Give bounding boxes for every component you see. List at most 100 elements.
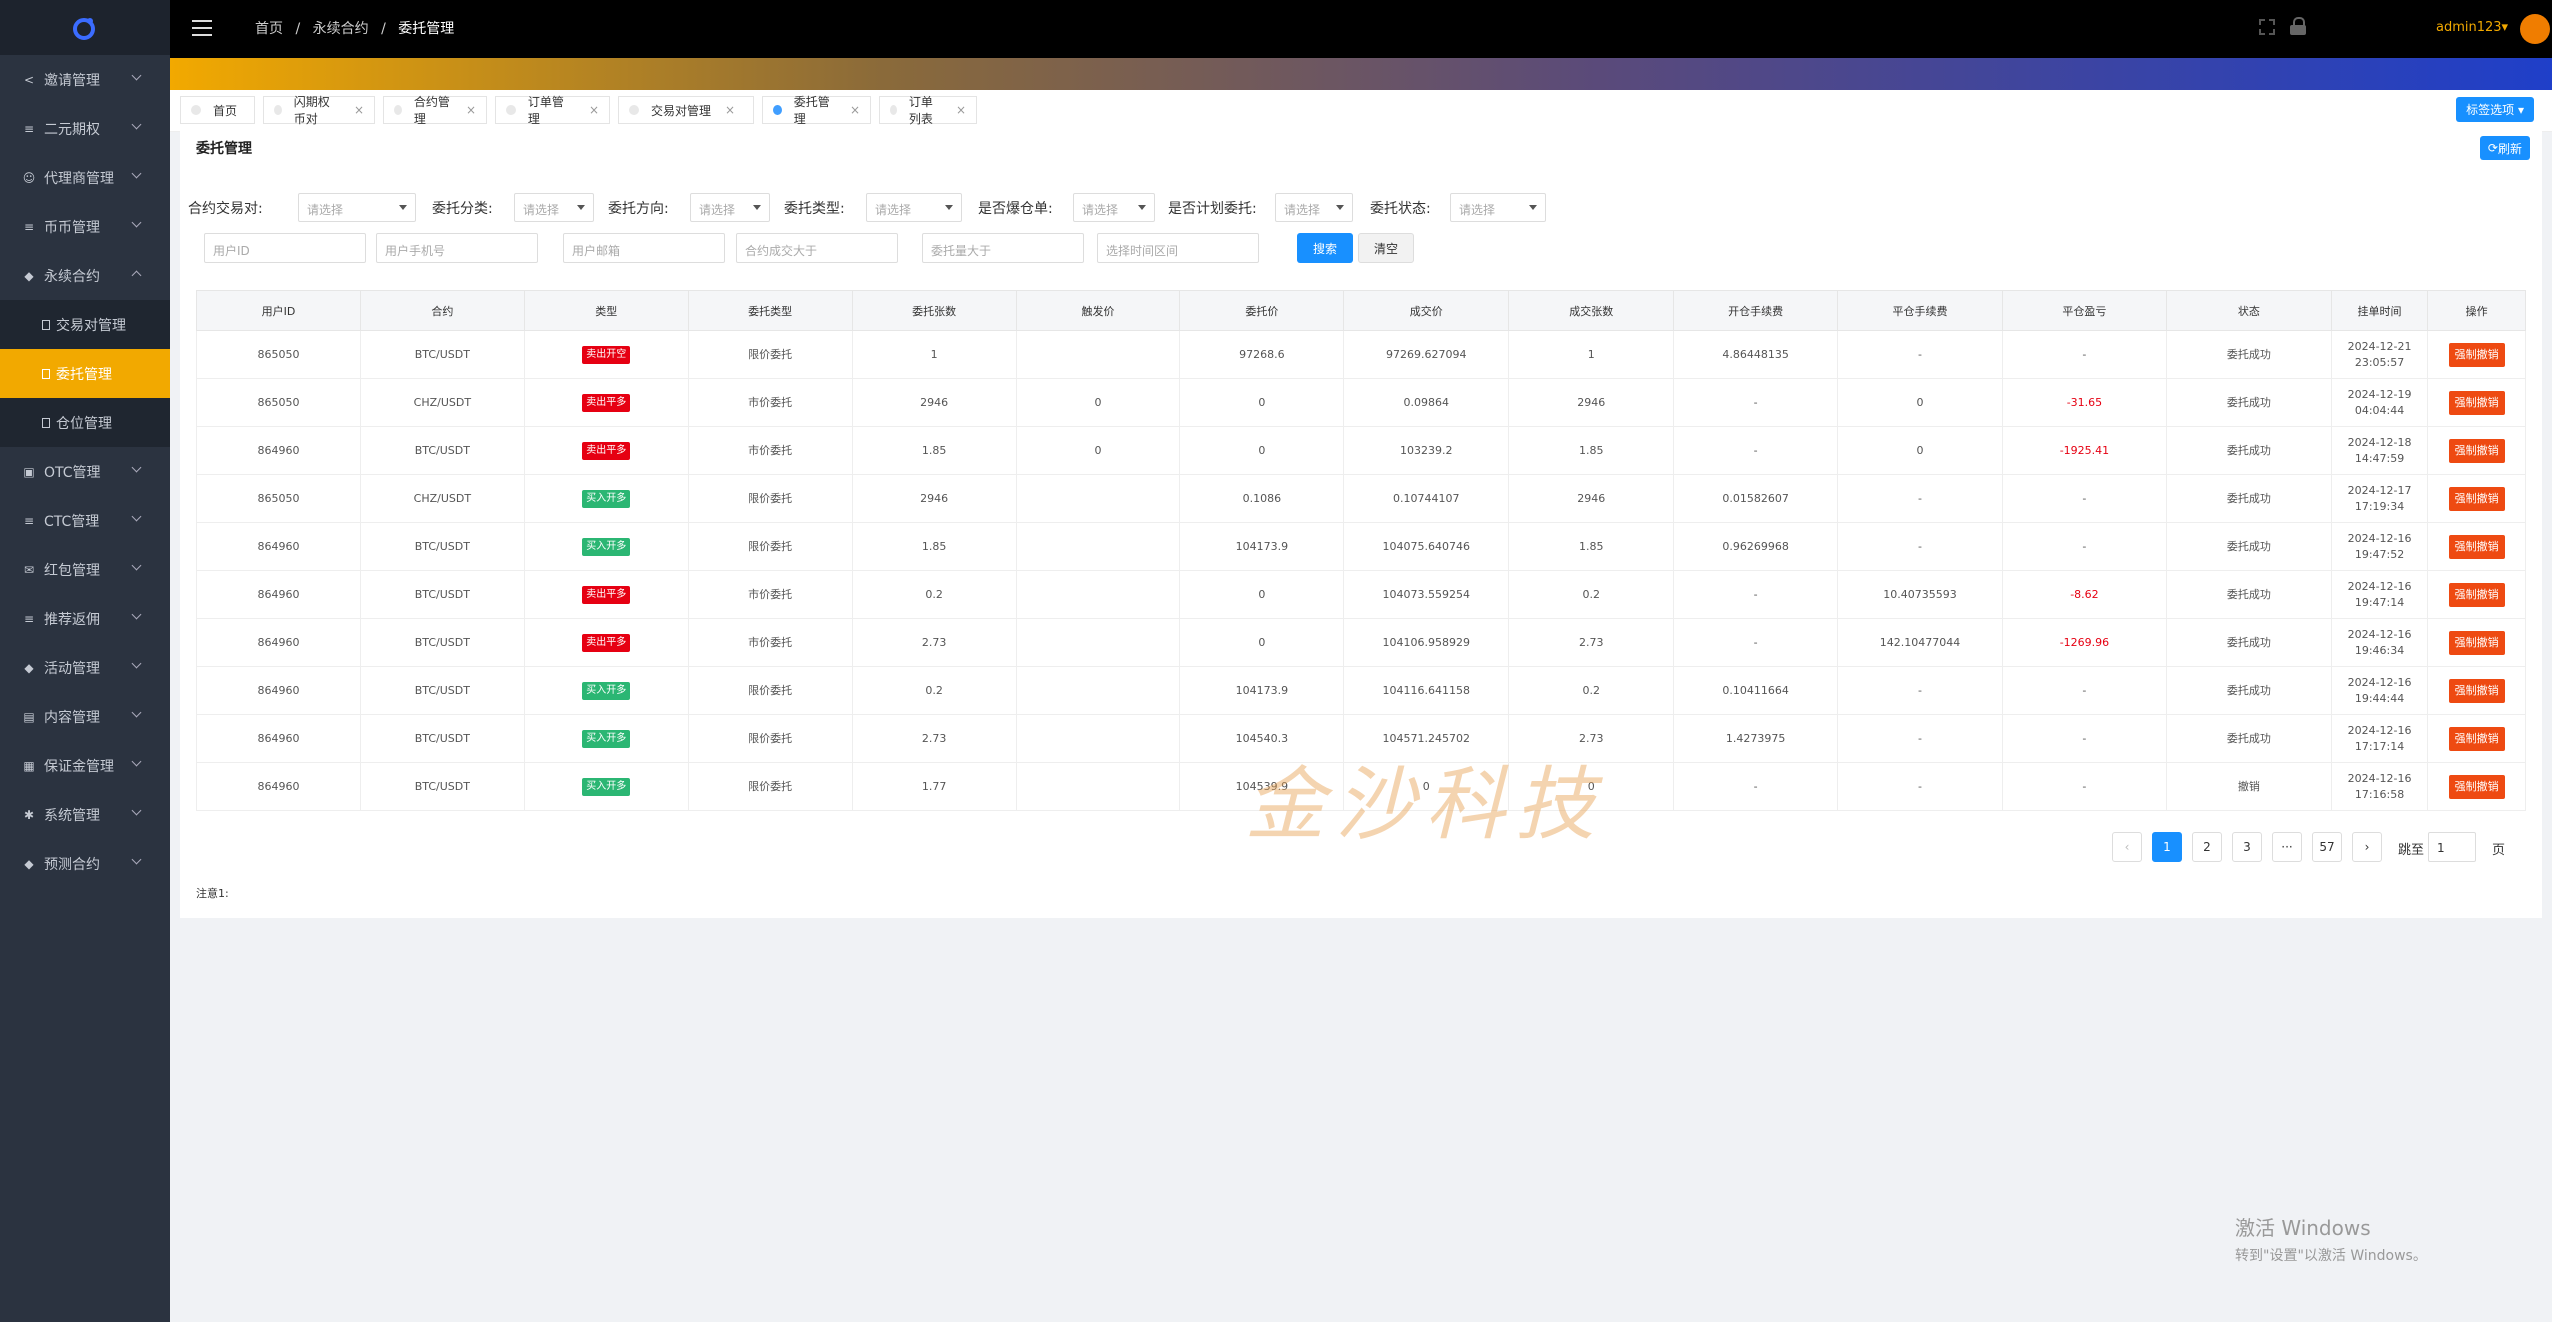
filter-input[interactable]: 用户邮箱 [563, 233, 725, 263]
sidebar-subitem[interactable]: 仓位管理 [0, 398, 170, 447]
filter-select[interactable]: 请选择 [1450, 193, 1546, 222]
sidebar-item[interactable]: ✉ 红包管理 [0, 545, 170, 594]
logo-icon [73, 17, 95, 40]
logo[interactable] [0, 0, 170, 55]
sidebar-item[interactable]: ◆ 预测合约 [0, 839, 170, 888]
page-button[interactable]: 57 [2312, 832, 2342, 862]
close-icon[interactable]: × [850, 103, 860, 117]
force-cancel-button[interactable]: 强制撤销 [2448, 390, 2505, 415]
watermark: 金沙科技 [1245, 758, 1605, 851]
sidebar-item[interactable]: ◆ 活动管理 [0, 643, 170, 692]
lock-icon[interactable] [2290, 17, 2306, 35]
close-icon[interactable]: × [354, 103, 364, 117]
breadcrumb-home[interactable]: 首页 [255, 21, 283, 37]
sidebar-item-label: 内容管理 [44, 709, 100, 726]
force-cancel-button[interactable]: 强制撤销 [2448, 342, 2505, 367]
force-cancel-button[interactable]: 强制撤销 [2448, 582, 2505, 607]
order-time: 04:04:44 [2354, 403, 2405, 417]
table-cell: 0.09864 [1343, 378, 1510, 427]
card-icon: ▦ [23, 758, 35, 773]
breadcrumb-section[interactable]: 永续合约 [313, 21, 369, 37]
tab-status-dot [890, 105, 897, 115]
sidebar-item[interactable]: ▣ OTC管理 [0, 447, 170, 496]
tab-4[interactable]: 交易对管理 × [618, 96, 754, 124]
tab-5[interactable]: 委托管理 × [762, 95, 871, 126]
sidebar-item[interactable]: ☺ 代理商管理 [0, 153, 170, 202]
force-cancel-button[interactable]: 强制撤销 [2448, 630, 2505, 655]
column-header: 触发价 [1015, 290, 1181, 331]
table-cell: - [2001, 762, 2167, 811]
clear-button[interactable]: 清空 [1358, 233, 1414, 263]
search-button[interactable]: 搜索 [1297, 233, 1353, 263]
sidebar-item[interactable]: ≡ 推荐返佣 [0, 594, 170, 643]
force-cancel-button[interactable]: 强制撤销 [2448, 678, 2505, 703]
tab-label: 订单列表 [908, 95, 933, 126]
table-row: 864960 BTC/USDT 卖出平多 市价委托 2.73 0 104106.958929… [196, 618, 2526, 667]
table-cell [1015, 522, 1181, 571]
close-icon[interactable]: × [589, 103, 599, 117]
sidebar-item[interactable]: ▤ 内容管理 [0, 692, 170, 741]
force-cancel-button[interactable]: 强制撤销 [2448, 534, 2505, 559]
prev-page-button[interactable]: ‹ [2112, 832, 2142, 862]
avatar[interactable] [2520, 14, 2550, 44]
page-jump-input[interactable]: 1 [2428, 832, 2476, 862]
table-cell: -1925.41 [2001, 426, 2167, 475]
force-cancel-button[interactable]: 强制撤销 [2448, 726, 2505, 751]
sidebar-item[interactable]: ◆ 永续合约 [0, 251, 170, 300]
pnl-value: - [2082, 731, 2087, 745]
sidebar-item-label: 邀请管理 [44, 72, 100, 89]
page-button[interactable]: ··· [2272, 832, 2302, 862]
table-cell: 864960 [196, 714, 361, 763]
fullscreen-icon[interactable] [2259, 19, 2275, 35]
tab-6[interactable]: 订单列表 × [879, 95, 977, 126]
refresh-button[interactable]: ⟳ 刷新 [2479, 136, 2530, 160]
sidebar-item[interactable]: ≡ 币币管理 [0, 202, 170, 251]
filter-select[interactable]: 请选择 [298, 193, 416, 222]
filter-input[interactable]: 用户手机号 [376, 233, 538, 263]
date-range-input[interactable]: 选择时间区间 [1097, 233, 1259, 263]
sidebar-item[interactable]: < 邀请管理 [0, 55, 170, 104]
sidebar-item[interactable]: ≡ 二元期权 [0, 104, 170, 153]
sidebar-subitem[interactable]: 交易对管理 [0, 300, 170, 349]
filter-select[interactable]: 请选择 [690, 193, 770, 222]
table-cell: 865050 [196, 378, 361, 427]
filter-input[interactable]: 用户ID [204, 233, 366, 263]
sidebar-item[interactable]: ▦ 保证金管理 [0, 741, 170, 790]
force-cancel-button[interactable]: 强制撤销 [2448, 438, 2505, 463]
pnl-value: -1925.41 [2059, 443, 2110, 457]
close-icon[interactable]: × [956, 103, 966, 117]
filter-select[interactable]: 请选择 [1275, 193, 1353, 222]
filter-select[interactable]: 请选择 [1073, 193, 1155, 222]
page-button[interactable]: 3 [2232, 832, 2262, 862]
page-button[interactable]: 1 [2152, 832, 2182, 862]
filter-select[interactable]: 请选择 [514, 193, 594, 222]
tab-0[interactable]: 首页 [180, 96, 255, 124]
table-cell: 限价委托 [687, 330, 853, 379]
filter-input[interactable]: 委托量大于 [922, 233, 1084, 263]
tab-options-button[interactable]: 标签选项 ▾ [2456, 97, 2534, 122]
table-cell: - [1673, 378, 1839, 427]
table-cell: - [2001, 714, 2167, 763]
table-cell: 市价委托 [687, 426, 853, 475]
page-button[interactable]: 2 [2192, 832, 2222, 862]
table-cell: 委托成功 [2165, 522, 2332, 571]
table-cell: 103239.2 [1343, 426, 1510, 475]
close-icon[interactable]: × [725, 103, 735, 117]
sidebar-item[interactable]: ✱ 系统管理 [0, 790, 170, 839]
filter-input[interactable]: 合约成交大于 [736, 233, 898, 263]
close-icon[interactable]: × [466, 103, 476, 117]
filter-select[interactable]: 请选择 [866, 193, 962, 222]
table-cell: 1 [1508, 330, 1675, 379]
table-cell: 2024-12-16 19:47:52 [2330, 522, 2429, 571]
menu-toggle-icon[interactable] [192, 20, 212, 36]
tab-1[interactable]: 闪期权币对 × [263, 95, 375, 126]
tab-2[interactable]: 合约管理 × [383, 95, 487, 126]
user-menu[interactable]: admin123▾ [2436, 20, 2508, 35]
force-cancel-button[interactable]: 强制撤销 [2448, 774, 2505, 799]
sidebar-item[interactable]: ≡ CTC管理 [0, 496, 170, 545]
sidebar-subitem[interactable]: 委托管理 [0, 349, 170, 398]
force-cancel-button[interactable]: 强制撤销 [2448, 486, 2505, 511]
next-page-button[interactable]: › [2352, 832, 2382, 862]
column-header: 用户ID [196, 290, 361, 331]
tab-3[interactable]: 订单管理 × [495, 95, 610, 126]
